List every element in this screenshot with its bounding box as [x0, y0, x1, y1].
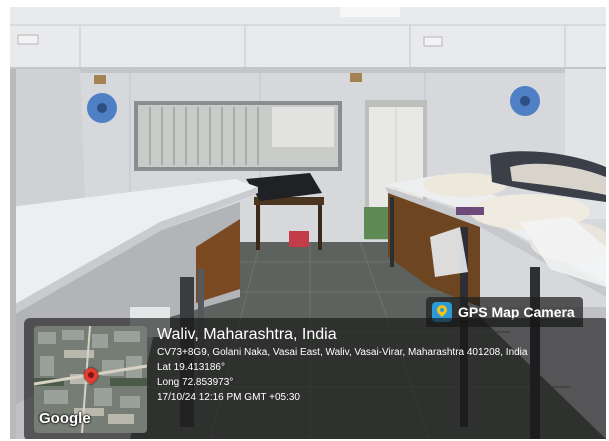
google-logo: Google	[39, 410, 91, 427]
address-text: CV73+8G9, Golani Naka, Vasai East, Waliv…	[157, 347, 528, 358]
gps-info-panel: Google Waliv, Maharashtra, India CV73+8G…	[24, 318, 606, 439]
datetime-text: 17/10/24 12:16 PM GMT +05:30	[157, 392, 300, 403]
longitude-text: Long 72.853973°	[157, 377, 234, 388]
room-photo: GPS Map Camera Google Waliv, Maharashtra…	[10, 7, 606, 439]
latitude-text: Lat 19.413186°	[157, 362, 225, 373]
map-thumbnail: Google	[34, 326, 147, 433]
photo-frame: GPS Map Camera Google Waliv, Maharashtra…	[0, 0, 609, 441]
location-details: Waliv, Maharashtra, India CV73+8G9, Gola…	[157, 324, 597, 405]
place-title: Waliv, Maharashtra, India	[157, 326, 337, 343]
